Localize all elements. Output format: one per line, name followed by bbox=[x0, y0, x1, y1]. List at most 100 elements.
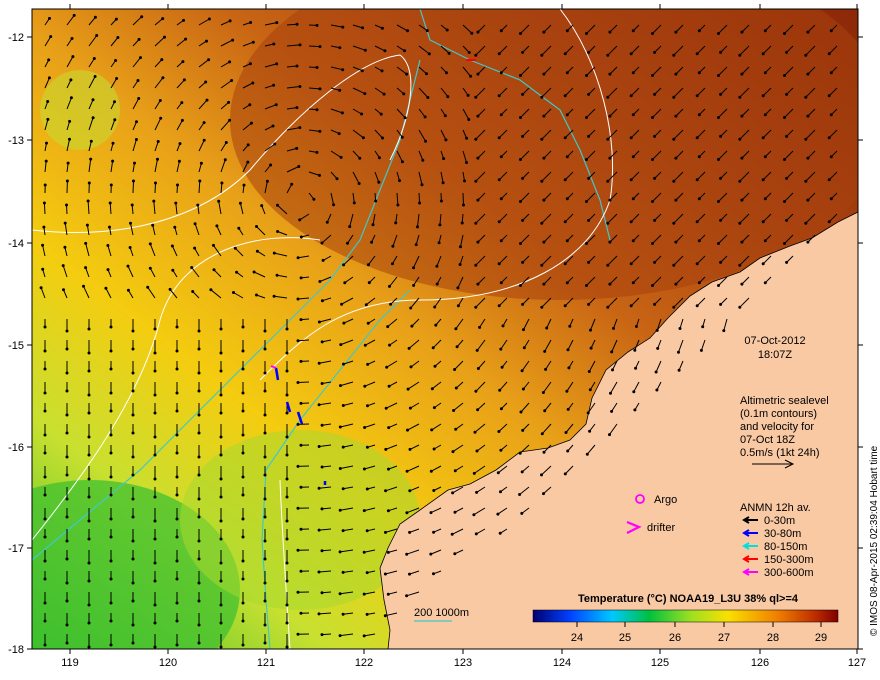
velocity-vector-head bbox=[182, 78, 186, 82]
velocity-vector-head bbox=[175, 391, 179, 395]
velocity-vector-head bbox=[341, 487, 345, 491]
velocity-vector-head bbox=[384, 489, 388, 493]
velocity-vector-head bbox=[212, 243, 215, 247]
velocity-vector-head bbox=[318, 129, 322, 133]
velocity-vector-head bbox=[320, 340, 324, 344]
velocity-vector-head bbox=[159, 116, 163, 120]
velocity-vector-head bbox=[439, 199, 443, 203]
velocity-vector-head bbox=[285, 561, 289, 565]
velocity-vector-head bbox=[173, 225, 177, 229]
velocity-vector-head bbox=[197, 539, 201, 543]
velocity-vector-head bbox=[285, 453, 289, 457]
velocity-vector-head bbox=[761, 94, 765, 98]
velocity-vector-head bbox=[43, 183, 47, 187]
velocity-vector-head bbox=[674, 240, 678, 244]
velocity-vector-head bbox=[655, 388, 659, 392]
lon-tick-label: 120 bbox=[159, 657, 177, 669]
velocity-vector-head bbox=[474, 53, 478, 57]
velocity-vector-head bbox=[391, 244, 395, 248]
velocity-vector-head bbox=[740, 114, 744, 118]
velocity-vector-head bbox=[738, 95, 742, 99]
velocity-vector-head bbox=[653, 92, 657, 96]
velocity-vector-head bbox=[251, 40, 255, 44]
velocity-vector-head bbox=[241, 619, 245, 623]
velocity-vector-head bbox=[540, 221, 544, 225]
velocity-vector-head bbox=[474, 263, 478, 267]
velocity-vector-head bbox=[629, 136, 633, 140]
velocity-vector-head bbox=[387, 426, 391, 430]
velocity-vector-head bbox=[250, 121, 253, 125]
velocity-vector-head bbox=[611, 368, 614, 372]
velocity-vector-head bbox=[151, 223, 155, 227]
velocity-vector-head bbox=[43, 559, 47, 563]
velocity-vector-head bbox=[285, 537, 289, 541]
velocity-vector-head bbox=[197, 431, 201, 435]
velocity-vector-head bbox=[153, 645, 157, 649]
velocity-vector-head bbox=[631, 239, 635, 243]
velocity-vector-head bbox=[43, 643, 47, 647]
velocity-vector-head bbox=[68, 137, 71, 141]
velocity-vector-head bbox=[629, 304, 633, 308]
velocity-vector-head bbox=[717, 284, 720, 287]
velocity-vector-head bbox=[606, 137, 610, 141]
velocity-vector-head bbox=[65, 203, 68, 207]
velocity-vector-head bbox=[335, 177, 339, 181]
velocity-vector-head bbox=[43, 409, 47, 413]
velocity-vector-head bbox=[563, 136, 567, 140]
velocity-vector-head bbox=[365, 445, 369, 449]
velocity-vector-head bbox=[175, 643, 179, 647]
velocity-vector-head bbox=[542, 72, 546, 76]
velocity-vector-head bbox=[340, 111, 344, 115]
velocity-vector-head bbox=[272, 251, 276, 255]
velocity-vector-head bbox=[585, 242, 588, 245]
velocity-vector-head bbox=[227, 100, 231, 104]
velocity-vector-head bbox=[545, 326, 549, 330]
velocity-vector-head bbox=[443, 114, 447, 118]
velocity-vector-head bbox=[65, 539, 69, 543]
velocity-vector-head bbox=[263, 473, 267, 477]
velocity-vector-head bbox=[371, 223, 375, 227]
velocity-vector-head bbox=[339, 384, 342, 388]
velocity-vector bbox=[43, 202, 46, 215]
velocity-vector-head bbox=[219, 411, 223, 415]
velocity-vector-head bbox=[43, 577, 47, 581]
velocity-vector-head bbox=[563, 220, 567, 224]
velocity-vector-head bbox=[435, 282, 439, 286]
velocity-vector-head bbox=[175, 475, 179, 479]
velocity-vector-head bbox=[315, 150, 319, 154]
velocity-vector-head bbox=[409, 365, 413, 369]
velocity-vector-head bbox=[740, 198, 744, 202]
velocity-vector-head bbox=[565, 29, 569, 33]
velocity-vector-head bbox=[346, 241, 349, 245]
velocity-vector-head bbox=[653, 260, 657, 264]
velocity-vector-head bbox=[275, 21, 279, 25]
velocity-vector-head bbox=[109, 391, 113, 395]
velocity-vector-head bbox=[170, 244, 174, 248]
colorbar-tick-label: 25 bbox=[619, 632, 631, 644]
velocity-vector-head bbox=[384, 447, 388, 451]
velocity-vector-head bbox=[153, 411, 157, 415]
velocity-vector-head bbox=[497, 262, 501, 266]
velocity-vector-head bbox=[207, 17, 211, 21]
velocity-vector-head bbox=[338, 467, 342, 470]
credit-label: © IMOS 08-Apr-2015 02:39:04 Hobart time bbox=[869, 445, 880, 636]
velocity-vector-head bbox=[783, 116, 786, 119]
velocity-vector-head bbox=[467, 118, 471, 121]
velocity-vector-head bbox=[740, 72, 744, 76]
velocity-vector-head bbox=[263, 599, 267, 603]
velocity-vector-head bbox=[366, 404, 369, 408]
velocity-vector-head bbox=[160, 58, 164, 62]
velocity-vector-head bbox=[542, 30, 546, 34]
velocity-vector-head bbox=[567, 366, 571, 370]
velocity-vector-head bbox=[447, 51, 451, 55]
velocity-vector-head bbox=[230, 79, 234, 82]
velocity-vector-head bbox=[540, 95, 544, 99]
velocity-vector-head bbox=[653, 218, 657, 222]
sst-cool-patch-3 bbox=[40, 70, 120, 150]
velocity-vector-head bbox=[219, 453, 223, 457]
velocity-vector-head bbox=[269, 163, 273, 167]
velocity-vector-head bbox=[433, 364, 437, 368]
velocity-vector-head bbox=[197, 455, 201, 459]
velocity-vector-head bbox=[587, 176, 591, 180]
velocity-vector-head bbox=[609, 391, 612, 395]
